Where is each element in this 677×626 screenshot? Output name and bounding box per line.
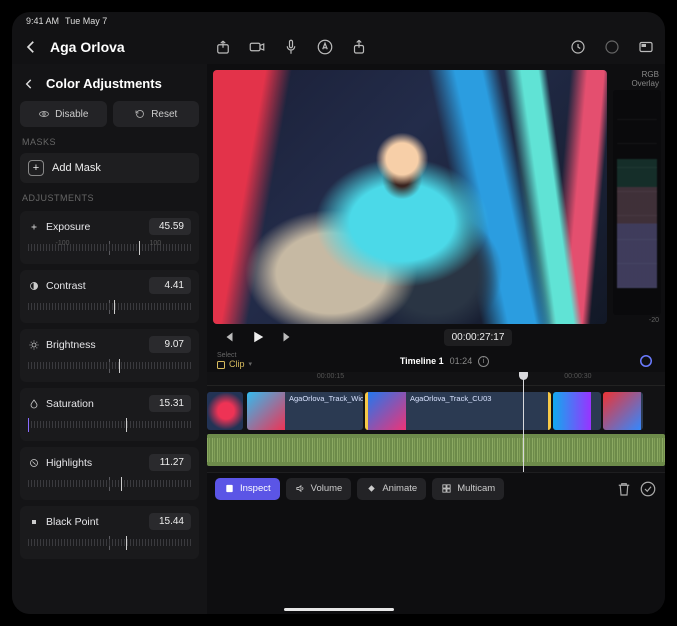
import-icon[interactable] <box>214 38 232 56</box>
share-icon[interactable] <box>350 38 368 56</box>
video-preview[interactable] <box>213 70 607 324</box>
masks-section-label: MASKS <box>22 137 197 147</box>
adjustment-slider[interactable] <box>28 300 191 314</box>
adjustment-value[interactable]: 15.44 <box>149 513 191 530</box>
preview-image <box>213 70 607 324</box>
blackpoint-icon <box>28 516 40 528</box>
trash-icon[interactable] <box>615 480 633 498</box>
time-tick: 00:00:15 <box>317 373 344 380</box>
adjustment-saturation[interactable]: Saturation15.31 <box>20 388 199 441</box>
timecode-display[interactable]: 00:00:27:17 <box>444 329 513 346</box>
adjustment-value[interactable]: 9.07 <box>149 336 191 353</box>
time-ruler[interactable]: 00:00:15 00:00:30 <box>207 372 665 386</box>
adjustment-slider[interactable] <box>28 477 191 491</box>
volume-button[interactable]: Volume <box>286 478 352 500</box>
info-icon[interactable]: i <box>478 356 489 367</box>
timeline-header: Select Clip ▾ Timeline 1 01:24 i <box>207 350 665 372</box>
adjustments-list: Exposure45.59-100100Contrast4.41Brightne… <box>20 211 199 614</box>
adjustment-black-point[interactable]: Black Point15.44 <box>20 506 199 559</box>
fullscreen-icon[interactable] <box>637 38 655 56</box>
inspector-panel: Color Adjustments Disable Reset MASKS + … <box>12 64 207 614</box>
play-icon[interactable] <box>249 328 267 346</box>
bottom-toolbar: Inspect Volume Animate Multicam <box>207 472 665 504</box>
add-mask-button[interactable]: + Add Mask <box>20 153 199 183</box>
video-clip[interactable]: AgaOrlova_Track_Wid... <box>247 392 363 430</box>
status-bar: 9:41 AM Tue May 7 <box>12 12 665 30</box>
reset-button[interactable]: Reset <box>113 101 200 127</box>
title-bar: Aga Orlova <box>12 30 665 64</box>
scope-title: RGB Overlay <box>613 70 661 88</box>
adjustments-section-label: ADJUSTMENTS <box>22 193 197 203</box>
timeline-tracks[interactable]: 00:00:15 00:00:30 AgaOrlova_Track_Wid... … <box>207 372 665 472</box>
transport-bar: 00:00:27:17 <box>207 324 665 350</box>
video-clip[interactable] <box>207 392 243 430</box>
voiceover-icon[interactable] <box>282 38 300 56</box>
adjustment-brightness[interactable]: Brightness9.07 <box>20 329 199 382</box>
video-clip[interactable] <box>603 392 643 430</box>
scope-min-label: -20 <box>613 317 661 324</box>
saturation-icon <box>28 398 40 410</box>
panel-back-icon[interactable] <box>22 77 36 91</box>
video-clip[interactable] <box>553 392 601 430</box>
contrast-icon <box>28 280 40 292</box>
select-mode[interactable]: Select Clip ▾ <box>217 352 252 370</box>
panel-title: Color Adjustments <box>46 76 162 91</box>
history-icon[interactable] <box>569 38 587 56</box>
adjustment-value[interactable]: 11.27 <box>149 454 191 471</box>
camera-icon[interactable] <box>248 38 266 56</box>
time-tick: 00:00:30 <box>564 373 591 380</box>
scopes-toggle-icon[interactable] <box>603 38 621 56</box>
adjustment-value[interactable]: 4.41 <box>149 277 191 294</box>
multicam-button[interactable]: Multicam <box>432 478 504 500</box>
adjustment-contrast[interactable]: Contrast4.41 <box>20 270 199 323</box>
adjustment-exposure[interactable]: Exposure45.59-100100 <box>20 211 199 264</box>
prev-frame-icon[interactable] <box>219 328 237 346</box>
text-tool-icon[interactable] <box>316 38 334 56</box>
confirm-icon[interactable] <box>639 480 657 498</box>
adjustment-value[interactable]: 45.59 <box>149 218 191 235</box>
exposure-icon <box>28 221 40 233</box>
audio-track[interactable] <box>207 434 665 466</box>
disable-button[interactable]: Disable <box>20 101 107 127</box>
adjustment-slider[interactable] <box>28 359 191 373</box>
adjustment-slider[interactable] <box>28 418 191 432</box>
video-track: AgaOrlova_Track_Wid... AgaOrlova_Track_C… <box>207 392 665 430</box>
status-date: Tue May 7 <box>65 16 107 26</box>
adjustment-slider[interactable]: -100100 <box>28 241 191 255</box>
animate-button[interactable]: Animate <box>357 478 426 500</box>
rgb-overlay-scope[interactable] <box>613 90 661 315</box>
adjustment-slider[interactable] <box>28 536 191 550</box>
next-frame-icon[interactable] <box>279 328 297 346</box>
scopes-panel: RGB Overlay -20 <box>613 70 661 324</box>
plus-icon: + <box>28 160 44 176</box>
back-icon[interactable] <box>22 38 40 56</box>
timeline-add-icon[interactable] <box>637 352 655 370</box>
project-title: Aga Orlova <box>50 39 125 55</box>
timeline-name: Timeline 1 <box>400 356 444 366</box>
brightness-icon <box>28 339 40 351</box>
adjustment-highlights[interactable]: Highlights11.27 <box>20 447 199 500</box>
playhead[interactable] <box>523 372 524 472</box>
timeline-duration: 01:24 <box>450 356 473 366</box>
home-indicator[interactable] <box>284 608 394 611</box>
highlights-icon <box>28 457 40 469</box>
inspect-button[interactable]: Inspect <box>215 478 280 500</box>
status-time: 9:41 AM <box>26 16 59 26</box>
adjustment-value[interactable]: 15.31 <box>149 395 191 412</box>
